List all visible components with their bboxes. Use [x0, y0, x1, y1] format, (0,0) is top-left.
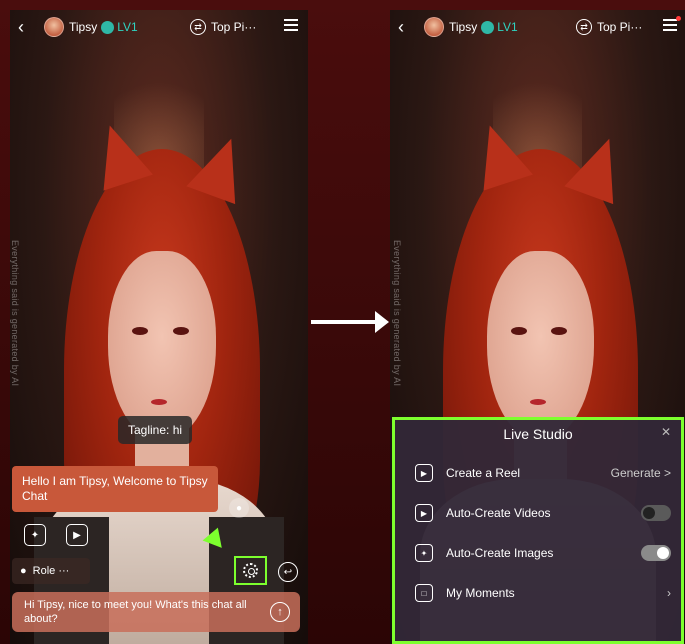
level-badge-icon — [481, 20, 495, 34]
my-moments-row[interactable]: □ My Moments › — [415, 578, 671, 608]
mode-switch[interactable]: ⇄ Top Pi··· — [576, 19, 642, 35]
location-pin-icon[interactable]: ● — [229, 498, 249, 518]
notification-dot — [676, 16, 681, 21]
toggle-knob — [643, 507, 655, 519]
mode-switch[interactable]: ⇄ Top Pi··· — [190, 19, 256, 35]
level-label: LV1 — [497, 20, 518, 34]
role-label: Role ··· — [32, 565, 70, 577]
back-icon[interactable]: ‹ — [398, 17, 418, 38]
level-badge-icon — [101, 20, 115, 34]
character-face — [487, 250, 594, 442]
suggested-message-text: Hi Tipsy, nice to meet you! What's this … — [24, 599, 247, 625]
top-bar: ‹ Tipsy LV1 ⇄ Top Pi··· — [390, 10, 685, 44]
character-eye-left — [510, 326, 527, 335]
mode-label: Top Pi··· — [597, 20, 643, 34]
image-sparkle-icon: ✦ — [415, 544, 433, 562]
tagline-tooltip: Tagline: hi — [118, 416, 193, 444]
level-label: LV1 — [117, 20, 138, 34]
menu-icon[interactable] — [284, 19, 298, 31]
swap-icon: ⇄ — [190, 19, 206, 35]
character-eye-left — [131, 326, 148, 335]
create-reel-row[interactable]: ▶ Create a Reel Generate > — [415, 458, 671, 488]
send-icon[interactable]: ↑ — [270, 602, 290, 622]
menu-icon[interactable] — [663, 19, 677, 31]
auto-create-images-row: ✦ Auto-Create Images — [415, 538, 671, 568]
character-name: Tipsy — [69, 20, 98, 34]
back-icon[interactable]: ‹ — [18, 17, 38, 38]
user-icon: ● — [20, 565, 27, 577]
ai-disclaimer: Everything said is generated by AI — [10, 240, 20, 387]
role-button[interactable]: ● Role ··· — [12, 558, 90, 584]
ai-disclaimer: Everything said is generated by AI — [392, 240, 402, 387]
chevron-right-icon: › — [667, 586, 671, 600]
auto-videos-toggle[interactable] — [641, 505, 671, 521]
avatar[interactable] — [424, 17, 444, 37]
top-bar: ‹ Tipsy LV1 ⇄ Top Pi··· — [10, 10, 308, 44]
swap-icon: ⇄ — [576, 19, 592, 35]
transition-arrow-icon — [311, 311, 389, 333]
avatar[interactable] — [44, 17, 64, 37]
character-name: Tipsy — [449, 20, 478, 34]
chat-screen-before: Everything said is generated by AI ‹ Tip… — [10, 10, 308, 644]
auto-images-toggle[interactable] — [641, 545, 671, 561]
exit-icon[interactable]: ↩ — [278, 562, 298, 582]
character-lips — [151, 399, 168, 406]
image-sparkle-icon[interactable]: ✦ — [24, 524, 46, 546]
mode-label: Top Pi··· — [211, 20, 257, 34]
video-sparkle-icon: ▶ — [415, 504, 433, 522]
row-label: My Moments — [446, 586, 515, 600]
live-studio-sheet: Live Studio ✕ ▶ Create a Reel Generate >… — [392, 417, 684, 644]
sheet-title: Live Studio — [503, 426, 573, 442]
character-eye-right — [172, 326, 189, 335]
generate-link[interactable]: Generate > — [611, 466, 671, 480]
row-label: Create a Reel — [446, 466, 521, 480]
row-label: Auto-Create Videos — [446, 506, 551, 520]
screen: Everything said is generated by AI ‹ Tip… — [0, 0, 685, 644]
row-label: Auto-Create Images — [446, 546, 554, 560]
close-icon[interactable]: ✕ — [661, 425, 671, 439]
live-studio-button[interactable] — [234, 556, 267, 585]
character-face — [108, 250, 216, 442]
gear-icon — [243, 563, 258, 578]
character-eye-right — [551, 326, 568, 335]
character-lips — [529, 399, 546, 406]
toggle-knob — [657, 547, 669, 559]
auto-create-videos-row: ▶ Auto-Create Videos — [415, 498, 671, 528]
suggested-message[interactable]: Hi Tipsy, nice to meet you! What's this … — [12, 592, 300, 632]
video-play-icon[interactable]: ▶ — [66, 524, 88, 546]
reel-icon: ▶ — [415, 464, 433, 482]
moments-icon: □ — [415, 584, 433, 602]
greeting-message: Hello I am Tipsy, Welcome to Tipsy Chat — [12, 466, 218, 512]
